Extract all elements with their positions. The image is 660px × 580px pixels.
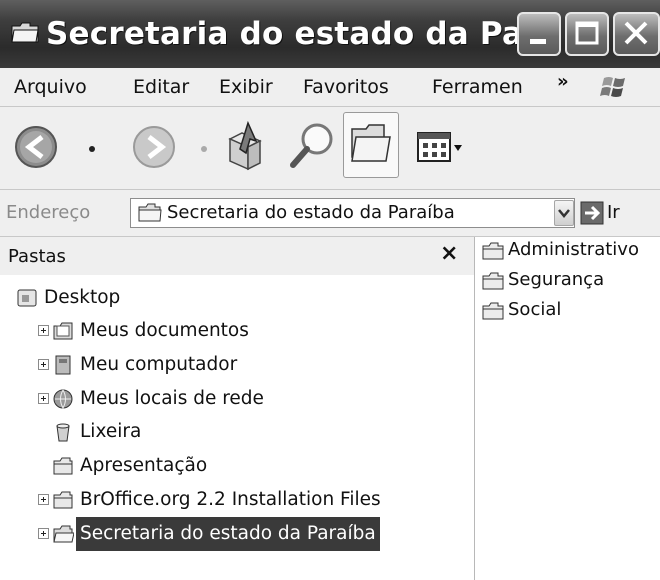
toolbar	[0, 107, 660, 190]
back-icon[interactable]	[12, 123, 62, 171]
expand-toggle[interactable]	[38, 393, 49, 404]
expand-toggle[interactable]	[38, 528, 49, 539]
menu-editar[interactable]: Editar	[133, 68, 189, 106]
go-arrow-icon[interactable]	[580, 201, 604, 225]
folders-button[interactable]	[343, 112, 399, 178]
folders-pane-header: Pastas ×	[0, 237, 474, 275]
close-icon	[624, 21, 648, 45]
tree-item-label: BrOffice.org 2.2 Installation Files	[80, 489, 381, 510]
menu-exibir[interactable]: Exibir	[219, 68, 273, 106]
menu-bar: Arquivo Editar Exibir Favoritos Ferramen…	[0, 68, 660, 107]
folder-icon	[482, 242, 504, 260]
menu-ferramentas[interactable]: Ferramen	[432, 68, 523, 106]
title-bar[interactable]: Secretaria do estado da Par..	[0, 0, 660, 69]
views-icon[interactable]	[416, 129, 464, 169]
folders-icon	[351, 124, 391, 162]
folders-pane: Pastas × Desktop Meus documentos Meu com…	[0, 237, 475, 580]
file-item-label: Social	[508, 299, 562, 320]
tree-item-label: Meus documentos	[80, 320, 249, 341]
chevron-down-icon	[558, 209, 570, 218]
address-dropdown-button[interactable]	[554, 200, 574, 226]
address-field[interactable]: Secretaria do estado da Paraíba	[130, 198, 575, 228]
network-icon	[53, 389, 73, 410]
address-value: Secretaria do estado da Paraíba	[167, 202, 455, 223]
documents-folder-icon	[53, 322, 73, 340]
expand-toggle[interactable]	[38, 359, 49, 370]
expand-toggle[interactable]	[38, 494, 49, 505]
windows-logo-icon	[600, 77, 625, 97]
up-folder-icon[interactable]	[222, 119, 268, 171]
tree-item-label: Lixeira	[80, 421, 142, 442]
menu-arquivo[interactable]: Arquivo	[14, 68, 87, 106]
back-dropdown-icon[interactable]	[86, 143, 100, 155]
minimize-button[interactable]	[517, 12, 561, 56]
address-label: Endereço	[6, 202, 91, 223]
forward-dropdown-icon[interactable]	[198, 143, 212, 155]
address-bar: Endereço Secretaria do estado da Paraíba…	[0, 190, 660, 237]
recycle-bin-icon	[56, 423, 70, 442]
folder-icon	[482, 302, 504, 320]
forward-icon[interactable]	[130, 123, 180, 171]
close-button[interactable]	[613, 12, 660, 56]
folder-icon	[138, 203, 162, 222]
folder-window-icon	[11, 22, 39, 43]
tree-item-label-selected: Secretaria do estado da Paraíba	[76, 517, 380, 551]
tree-item-label: Meus locais de rede	[80, 388, 264, 409]
file-item-label: Segurança	[508, 269, 605, 290]
tree-item-label: Apresentação	[80, 455, 208, 476]
file-list-pane: Administrativo Segurança Social	[476, 237, 660, 580]
desktop-icon	[17, 289, 37, 307]
folder-icon	[53, 457, 73, 475]
file-item-label: Administrativo	[508, 239, 639, 260]
maximize-icon	[575, 21, 599, 45]
minimize-icon	[530, 39, 546, 44]
menu-favoritos[interactable]: Favoritos	[303, 68, 389, 106]
maximize-button[interactable]	[565, 12, 609, 56]
search-icon[interactable]	[287, 119, 337, 173]
folder-icon	[482, 272, 504, 290]
folder-icon	[53, 491, 73, 509]
tree-item-label: Desktop	[44, 287, 121, 308]
folders-pane-close-button[interactable]: ×	[440, 239, 458, 269]
tree-item-label: Meu computador	[80, 354, 238, 375]
menu-overflow-chevron[interactable]: »	[557, 72, 569, 92]
folders-pane-title: Pastas	[8, 246, 66, 267]
expand-toggle[interactable]	[38, 325, 49, 336]
window-title: Secretaria do estado da Par..	[46, 16, 559, 52]
open-folder-icon	[53, 525, 74, 543]
go-button-label[interactable]: Ir	[607, 190, 620, 236]
computer-icon	[55, 355, 71, 375]
